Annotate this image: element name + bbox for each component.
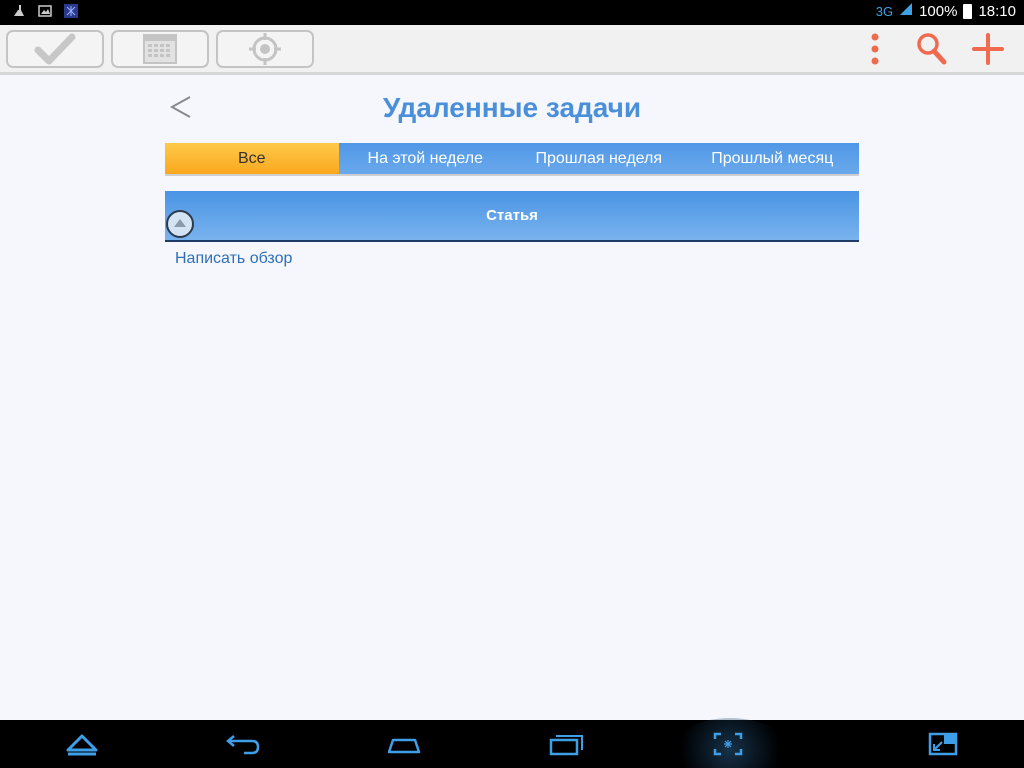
tabs-divider	[165, 174, 859, 176]
status-bar-notifications	[12, 4, 78, 18]
add-icon	[970, 33, 1006, 71]
home-icon[interactable]	[384, 730, 424, 758]
navigation-bar	[0, 718, 1024, 768]
overflow-menu-button[interactable]	[864, 31, 886, 72]
app-notification-icon	[64, 4, 78, 18]
calendar-icon	[143, 33, 177, 65]
overflow-menu-icon	[864, 33, 886, 71]
cleaner-icon	[12, 4, 26, 18]
search-button[interactable]	[914, 31, 950, 72]
tab-last-month[interactable]: Прошлый месяц	[685, 143, 859, 174]
complete-button[interactable]	[6, 30, 104, 68]
back-icon[interactable]	[222, 730, 262, 758]
add-button[interactable]	[970, 31, 1006, 72]
filter-tabs: Все На этой неделе Прошлая неделя Прошлы…	[165, 143, 859, 174]
tab-all[interactable]: Все	[165, 143, 339, 174]
tab-this-week[interactable]: На этой неделе	[338, 143, 512, 174]
toolbar	[0, 25, 1024, 75]
checkmark-icon	[34, 33, 76, 65]
calendar-button[interactable]	[111, 30, 209, 68]
battery-icon	[963, 3, 973, 19]
list-item[interactable]: Написать обзор	[175, 250, 292, 268]
clock: 18:10	[978, 2, 1016, 20]
home-up-icon[interactable]	[62, 730, 102, 758]
page-title: Удаленные задачи	[382, 92, 642, 123]
group-title: Статья	[486, 207, 538, 224]
status-bar-system: 3G 100% 18:10	[876, 2, 1016, 20]
window-icon[interactable]	[924, 730, 964, 758]
image-icon	[38, 4, 52, 18]
target-icon	[248, 32, 282, 66]
screenshot-icon[interactable]	[708, 730, 748, 758]
signal-icon	[899, 2, 913, 20]
target-button[interactable]	[216, 30, 314, 68]
status-bar: 3G 100% 18:10	[0, 0, 1024, 25]
recents-icon[interactable]	[546, 730, 586, 758]
group-header[interactable]: Статья	[165, 191, 859, 242]
search-icon	[914, 33, 950, 71]
tab-last-week[interactable]: Прошлая неделя	[512, 143, 686, 174]
network-type: 3G	[875, 3, 894, 19]
battery-level: 100%	[919, 2, 958, 20]
